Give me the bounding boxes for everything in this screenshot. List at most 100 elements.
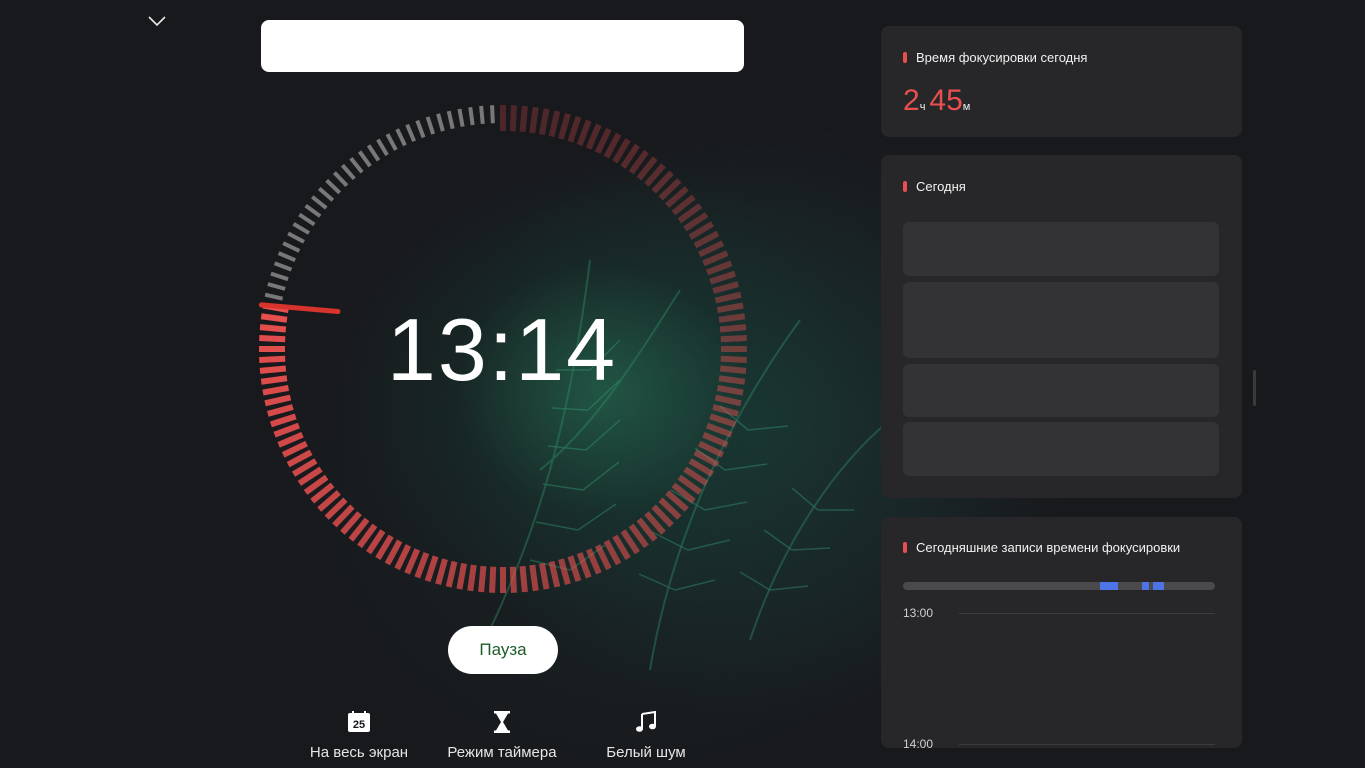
ring-progress-tick — [709, 413, 736, 428]
focus-time-today-panel: Время фокусировки сегодня 2ч 45м — [881, 26, 1242, 137]
pomodoro-screen: 13:14 Пауза 25 На весь экран Режим тайме… — [0, 0, 1365, 768]
ring-tick — [340, 163, 356, 181]
ring-tick — [310, 195, 328, 210]
ring-progress-tick — [718, 313, 746, 323]
ring-tick — [395, 128, 407, 147]
ring-progress-tick — [259, 335, 286, 343]
ring-progress-tick — [702, 431, 729, 448]
focus-record-segment[interactable] — [1152, 582, 1164, 590]
hour-label: 13:00 — [903, 606, 934, 620]
timer-display: 13:14 — [386, 300, 618, 399]
scrollbar[interactable] — [1253, 370, 1256, 406]
focus-minutes-unit: м — [962, 101, 971, 113]
ring-tick — [490, 105, 495, 124]
hour-row: 14:00 — [903, 737, 1215, 748]
ring-progress-tick — [698, 440, 725, 458]
calendar-badge: 25 — [353, 719, 365, 731]
ring-progress-tick — [594, 127, 612, 154]
records-timeline-bar — [903, 582, 1215, 590]
ring-progress-tick — [719, 365, 747, 374]
title-marker — [903, 181, 907, 192]
title-marker — [903, 542, 907, 553]
today-title: Сегодня — [903, 179, 966, 194]
ring-progress-tick — [709, 270, 736, 285]
ring-progress-tick — [509, 105, 517, 132]
music-note-icon — [636, 711, 656, 732]
ring-tick — [385, 133, 398, 151]
today-slot[interactable] — [903, 364, 1219, 417]
ring-progress-tick — [414, 552, 430, 579]
ring-tick — [325, 178, 342, 195]
ring-progress-tick — [714, 291, 742, 304]
ring-progress-tick — [714, 394, 742, 407]
fullscreen-button[interactable]: 25 На весь экран — [289, 708, 429, 761]
ring-progress-tick — [594, 544, 612, 571]
ring-progress-tick — [529, 564, 539, 592]
ring-progress-tick — [706, 422, 733, 438]
ring-progress-tick — [585, 123, 602, 150]
ring-progress-tick — [270, 413, 297, 428]
timer-mode-button[interactable]: Режим таймера — [432, 708, 572, 761]
pause-button[interactable]: Пауза — [448, 626, 558, 674]
today-slot[interactable] — [903, 222, 1219, 276]
today-slot[interactable] — [903, 422, 1219, 476]
records-title: Сегодняшние записи времени фокусировки — [903, 540, 1180, 555]
ring-tick — [264, 292, 284, 301]
today-slot[interactable] — [903, 282, 1219, 358]
focus-records-panel: Сегодняшние записи времени фокусировки 1… — [881, 517, 1242, 748]
task-input[interactable] — [261, 20, 744, 72]
hour-line — [959, 743, 1215, 745]
ring-progress-tick — [281, 440, 308, 458]
hourglass-icon — [494, 711, 510, 733]
ring-tick — [304, 203, 322, 218]
ring-progress-tick — [262, 384, 290, 396]
ring-tick — [270, 271, 289, 282]
ring-progress-tick — [259, 355, 286, 363]
focus-record-segment[interactable] — [1099, 582, 1119, 590]
ring-progress-tick — [548, 110, 561, 138]
ring-tick — [405, 123, 417, 142]
ring-progress-tick — [519, 105, 528, 133]
focus-time-value: 2ч 45м — [903, 84, 974, 118]
focus-hours: 2 — [903, 84, 920, 117]
ring-progress-tick — [558, 558, 571, 586]
focus-minutes: 45 — [929, 84, 963, 117]
ring-progress-tick — [260, 313, 288, 323]
ring-progress-tick — [716, 384, 744, 396]
ring-progress-tick — [712, 281, 740, 294]
collapse-button[interactable] — [144, 10, 170, 32]
ring-progress-tick — [404, 548, 421, 575]
ring-progress-tick — [264, 394, 292, 407]
ring-progress-tick — [538, 108, 550, 136]
timer-mode-label: Режим таймера — [447, 744, 557, 761]
ring-progress-tick — [260, 375, 288, 385]
ring-tick — [287, 231, 305, 244]
white-noise-button[interactable]: Белый шум — [576, 708, 716, 761]
calendar-25-icon: 25 — [348, 711, 370, 732]
ring-progress-tick — [266, 404, 294, 417]
ring-progress-tick — [719, 324, 747, 333]
ring-progress-tick — [435, 558, 448, 586]
ring-progress-tick — [712, 404, 740, 417]
ring-progress-tick — [585, 548, 602, 575]
ring-progress-tick — [576, 552, 592, 579]
ring-progress-tick — [576, 119, 592, 146]
today-title-text: Сегодня — [916, 179, 966, 194]
ring-tick — [479, 105, 485, 125]
ring-progress-tick — [558, 112, 571, 140]
ring-progress-tick — [567, 116, 582, 143]
ring-progress-tick — [702, 250, 729, 267]
ring-progress-tick — [478, 565, 487, 593]
ring-tick — [349, 156, 364, 174]
ring-progress-tick — [273, 422, 300, 438]
ring-progress-tick — [424, 555, 439, 582]
focus-record-segment[interactable] — [1141, 582, 1150, 590]
white-noise-label: Белый шум — [606, 744, 686, 761]
ring-tick — [317, 186, 335, 202]
title-marker — [903, 52, 907, 63]
ring-progress-tick — [519, 565, 528, 593]
ring-tick — [436, 113, 445, 132]
ring-tick — [366, 144, 381, 162]
ring-indicator — [258, 302, 341, 315]
ring-progress-tick — [277, 431, 304, 448]
